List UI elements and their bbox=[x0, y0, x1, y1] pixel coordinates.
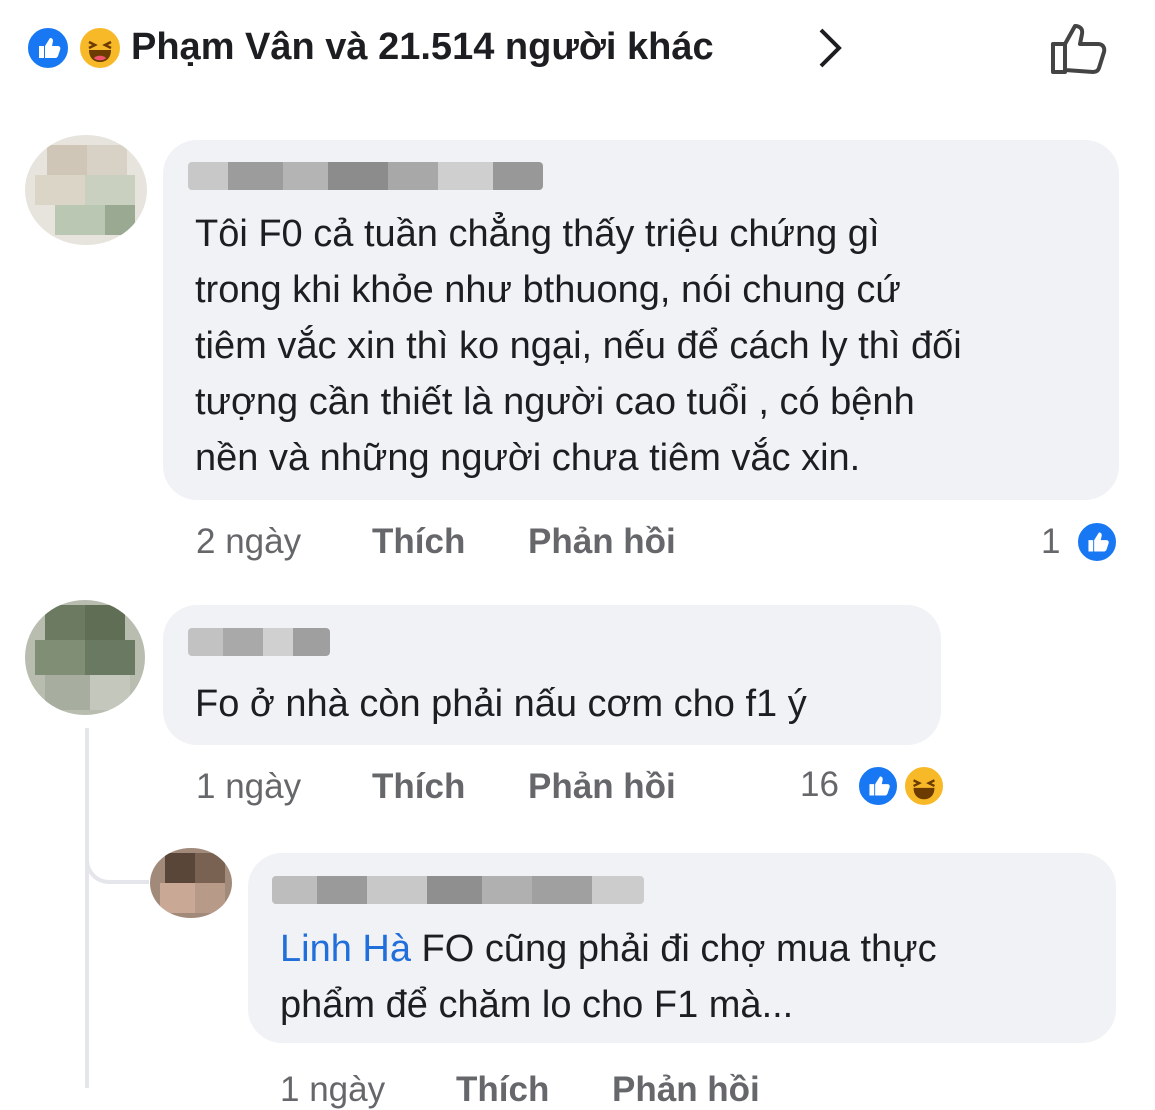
avatar[interactable] bbox=[150, 848, 232, 918]
reactions-bar[interactable]: Phạm Vân và 21.514 người khác bbox=[25, 18, 1135, 78]
reply-text: FO cũng phải đi chợ mua thực bbox=[410, 928, 937, 970]
reply-button[interactable]: Phản hồi bbox=[528, 767, 676, 807]
comment-text-line: phẩm để chăm lo cho F1 mà... bbox=[280, 984, 794, 1026]
like-icon bbox=[1075, 520, 1119, 564]
comment-text-line: nền và những người chưa tiêm vắc xin. bbox=[195, 437, 861, 479]
reply-button[interactable]: Phản hồi bbox=[528, 522, 676, 562]
avatar[interactable] bbox=[25, 600, 145, 715]
haha-icon bbox=[902, 764, 946, 808]
author-name-blurred[interactable] bbox=[188, 162, 543, 190]
like-button[interactable]: Thích bbox=[372, 522, 465, 562]
comment-text-line: tiêm vắc xin thì ko ngại, nếu để cách ly… bbox=[195, 325, 962, 367]
author-name-blurred[interactable] bbox=[188, 628, 330, 656]
comment-timestamp[interactable]: 1 ngày bbox=[196, 767, 301, 807]
haha-icon bbox=[77, 25, 123, 71]
like-button[interactable]: Thích bbox=[456, 1070, 549, 1110]
avatar[interactable] bbox=[25, 135, 147, 245]
comment-timestamp[interactable]: 2 ngày bbox=[196, 522, 301, 562]
comment-timestamp[interactable]: 1 ngày bbox=[280, 1070, 385, 1110]
author-name-blurred[interactable] bbox=[272, 876, 644, 904]
comment-text-line: Fo ở nhà còn phải nấu cơm cho f1 ý bbox=[195, 683, 807, 725]
reaction-count[interactable]: 16 bbox=[800, 765, 839, 805]
reaction-count[interactable]: 1 bbox=[1041, 522, 1060, 562]
comment-text-line: Tôi F0 cả tuần chẳng thấy triệu chứng gì bbox=[195, 213, 880, 255]
comment-text-line: trong khi khỏe như bthuong, nói chung cứ bbox=[195, 269, 901, 311]
like-icon bbox=[25, 25, 71, 71]
reaction-icons bbox=[25, 25, 125, 71]
like-button[interactable]: Thích bbox=[372, 767, 465, 807]
thread-line bbox=[85, 728, 89, 1088]
reply-button[interactable]: Phản hồi bbox=[612, 1070, 760, 1110]
comment-text-line: tượng cần thiết là người cao tuổi , có b… bbox=[195, 381, 915, 423]
chevron-right-icon[interactable] bbox=[815, 26, 845, 70]
like-icon bbox=[856, 764, 900, 808]
comment-text-line: Linh Hà FO cũng phải đi chợ mua thực bbox=[280, 921, 937, 977]
like-outline-icon[interactable] bbox=[1047, 18, 1111, 78]
reactions-summary[interactable]: Phạm Vân và 21.514 người khác bbox=[131, 26, 714, 69]
mention-link[interactable]: Linh Hà bbox=[280, 928, 411, 970]
reply-connector bbox=[85, 820, 149, 884]
